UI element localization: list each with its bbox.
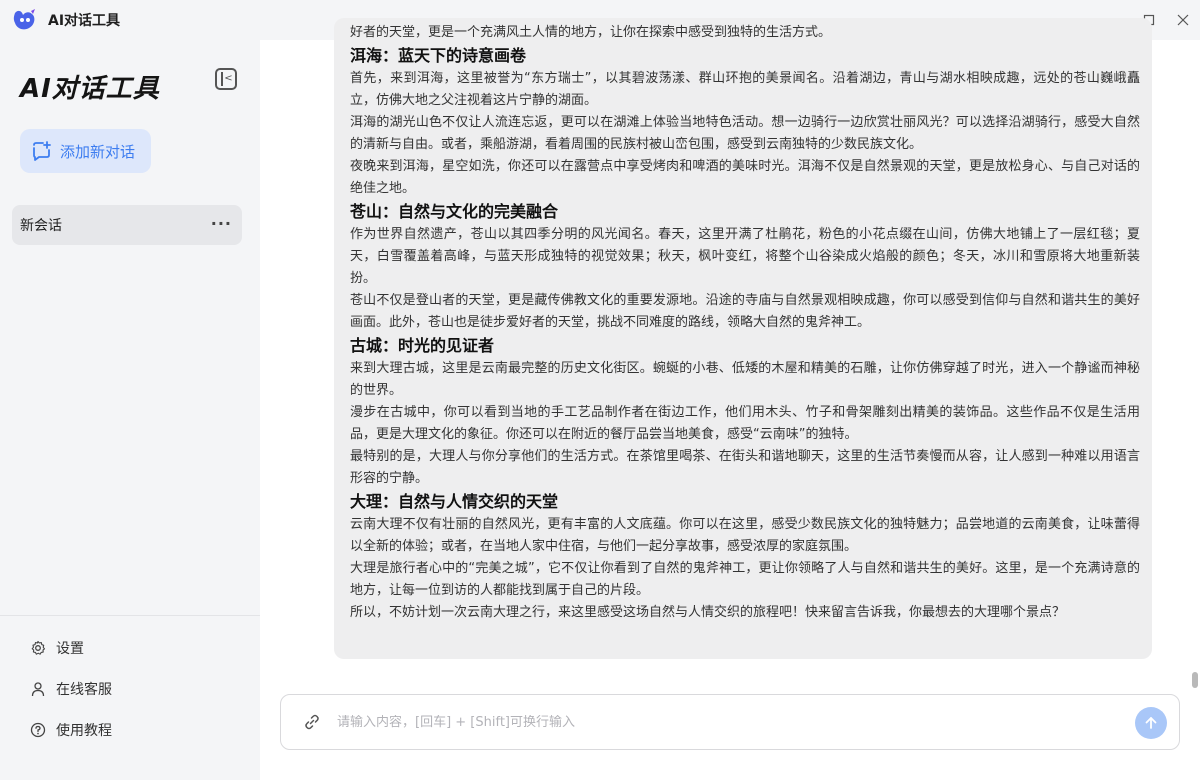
- app-title: AI对话工具: [48, 13, 121, 29]
- user-icon: [31, 682, 45, 697]
- close-icon: [1177, 14, 1189, 26]
- sidebar-item-settings[interactable]: 设置: [30, 638, 84, 658]
- sidebar-divider: [0, 615, 260, 616]
- session-item-label: 新会话: [20, 218, 62, 234]
- more-options-icon[interactable]: ···: [211, 214, 232, 233]
- message-paragraph: 云南大理不仅有壮丽的自然风光，更有丰富的人文底蕴。你可以在这里，感受少数民族文化…: [350, 517, 1140, 554]
- session-item[interactable]: 新会话 ···: [12, 205, 242, 245]
- gear-icon: [31, 640, 46, 655]
- settings-label: 设置: [56, 641, 84, 657]
- brand-title: AI对话工具: [20, 74, 160, 104]
- collapse-sidebar-button[interactable]: <: [215, 68, 237, 90]
- sidebar-item-online-support[interactable]: 在线客服: [30, 679, 112, 699]
- message-heading: 洱海：蓝天下的诗意画卷: [350, 46, 527, 65]
- message-paragraph: 夜晚来到洱海，星空如洗，你还可以在露营点中享受烤肉和啤酒的美味时光。洱海不仅是自…: [350, 159, 1140, 196]
- attachment-link-icon[interactable]: [303, 713, 321, 731]
- message-paragraph: 最特别的是，大理人与你分享他们的生活方式。在茶馆里喝茶、在街头和谐地聊天，这里的…: [350, 449, 1140, 486]
- sidebar-item-tutorial[interactable]: 使用教程: [30, 720, 112, 740]
- online-support-label: 在线客服: [56, 682, 112, 698]
- add-new-chat-button[interactable]: 添加新对话: [20, 129, 151, 173]
- assistant-message-bubble: 好者的天堂，更是一个充满风土人情的地方，让你在探索中感受到独特的生活方式。洱海：…: [334, 18, 1152, 659]
- message-paragraph: 来到大理古城，这里是云南最完整的历史文化街区。蜿蜒的小巷、低矮的木屋和精美的石雕…: [350, 361, 1140, 398]
- tutorial-label: 使用教程: [56, 723, 112, 739]
- add-new-chat-label: 添加新对话: [60, 142, 136, 161]
- message-heading: 大理：自然与人情交织的天堂: [350, 492, 559, 511]
- message-content: 好者的天堂，更是一个充满风土人情的地方，让你在探索中感受到独特的生活方式。洱海：…: [350, 22, 1140, 624]
- chevron-left-icon: <: [224, 73, 233, 84]
- new-chat-icon: [33, 141, 51, 161]
- message-paragraph: 作为世界自然遗产，苍山以其四季分明的风光闻名。春天，这里开满了杜鹃花，粉色的小花…: [350, 227, 1140, 286]
- app-logo-icon: [13, 9, 35, 30]
- message-heading: 古城：时光的见证者: [350, 336, 495, 355]
- message-paragraph: 洱海的湖光山色不仅让人流连忘返，更可以在湖滩上体验当地特色活动。想一边骑行一边欣…: [350, 115, 1140, 152]
- message-paragraph: 大理是旅行者心中的“完美之城”，它不仅让你看到了自然的鬼斧神工，更让你领略了人与…: [350, 561, 1140, 598]
- help-icon: [30, 722, 46, 738]
- close-button[interactable]: [1166, 0, 1200, 40]
- scrollbar-thumb[interactable]: [1192, 672, 1198, 688]
- message-composer: [280, 694, 1180, 750]
- message-paragraph: 漫步在古城中，你可以看到当地的手工艺品制作者在街边工作，他们用木头、竹子和骨架雕…: [350, 405, 1140, 442]
- collapse-sidebar-icon: [221, 72, 223, 86]
- send-button[interactable]: [1135, 707, 1167, 739]
- arrow-up-icon: [1145, 717, 1157, 729]
- message-heading: 苍山：自然与文化的完美融合: [350, 202, 559, 221]
- message-paragraph: 好者的天堂，更是一个充满风土人情的地方，让你在探索中感受到独特的生活方式。: [350, 25, 832, 40]
- message-paragraph: 首先，来到洱海，这里被誉为“东方瑞士”，以其碧波荡漾、群山环抱的美景闻名。沿着湖…: [350, 71, 1140, 108]
- chat-main: 好者的天堂，更是一个充满风土人情的地方，让你在探索中感受到独特的生活方式。洱海：…: [260, 18, 1200, 780]
- message-paragraph: 苍山不仅是登山者的天堂，更是藏传佛教文化的重要发源地。沿途的寺庙与自然景观相映成…: [350, 293, 1140, 330]
- message-input[interactable]: [337, 714, 1117, 730]
- sidebar: AI对话工具 < 添加新对话 新会话 ··· 设置 在线客服 使用教程: [0, 40, 260, 780]
- message-paragraph: 所以，不妨计划一次云南大理之行，来这里感受这场自然与人情交织的旅程吧！快来留言告…: [350, 605, 1066, 620]
